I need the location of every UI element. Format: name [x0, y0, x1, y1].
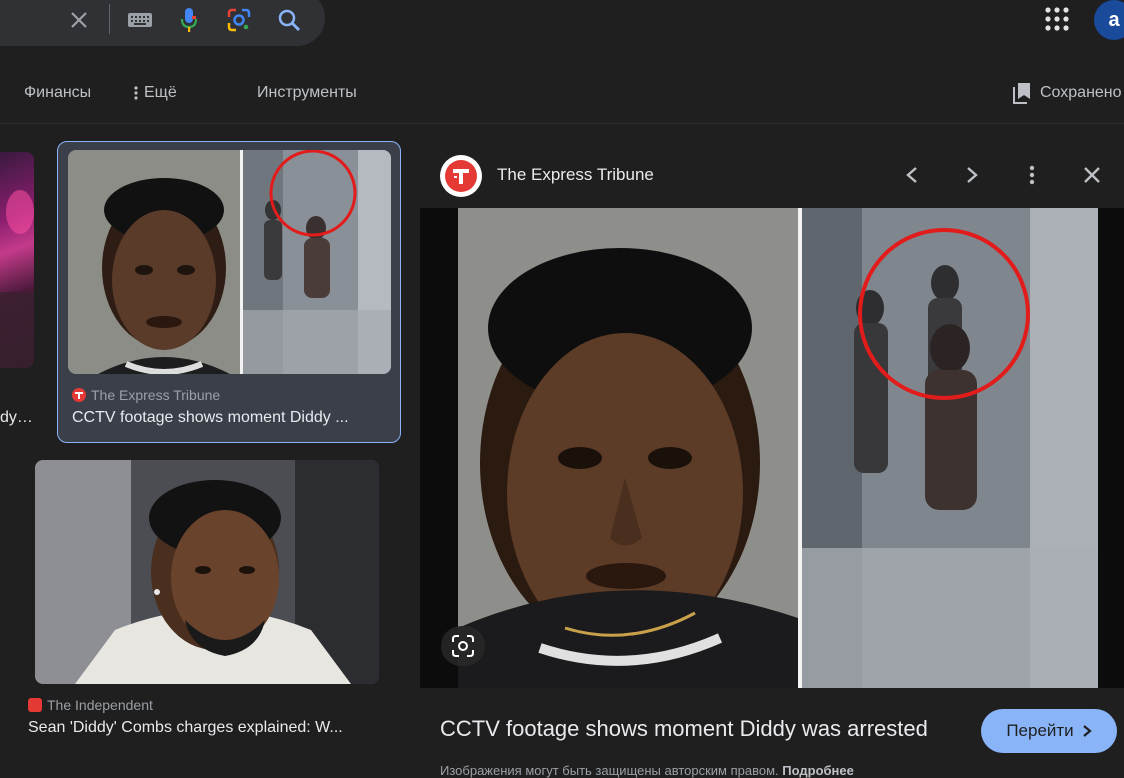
- more-vert-icon[interactable]: [1015, 158, 1049, 192]
- goto-button[interactable]: Перейти: [981, 709, 1117, 753]
- divider: [109, 4, 110, 34]
- search-tabs: Финансы Ещё Инструменты: [0, 84, 1124, 108]
- independent-icon: [28, 698, 42, 712]
- lens-icon: [452, 635, 474, 657]
- result-thumbnail[interactable]: [0, 152, 34, 368]
- tab-tools[interactable]: Инструменты: [257, 84, 357, 102]
- preview-title[interactable]: CCTV footage shows moment Diddy was arre…: [440, 716, 928, 742]
- saved-label: Сохранено: [1040, 84, 1122, 101]
- goto-label: Перейти: [1006, 721, 1074, 740]
- lens-search-button[interactable]: [441, 626, 485, 666]
- preview-source-name[interactable]: The Express Tribune: [497, 165, 654, 185]
- tab-more-label: Ещё: [144, 84, 177, 101]
- result-thumbnail[interactable]: [35, 460, 379, 684]
- search-icon[interactable]: [275, 0, 303, 40]
- saved-button[interactable]: Сохранено: [1012, 82, 1122, 104]
- result-thumbnail[interactable]: [68, 150, 391, 374]
- result-source: The Independent: [28, 697, 153, 713]
- close-icon[interactable]: [1075, 158, 1109, 192]
- more-vert-icon: [134, 86, 138, 100]
- chevron-right-icon: [1082, 725, 1092, 737]
- tab-more[interactable]: Ещё: [134, 84, 177, 102]
- apps-grid-icon[interactable]: [1044, 6, 1070, 32]
- express-tribune-icon: [445, 160, 477, 192]
- express-tribune-icon: [72, 388, 86, 402]
- mic-icon[interactable]: [177, 0, 201, 40]
- result-source-label: The Express Tribune: [91, 387, 221, 403]
- next-icon[interactable]: [955, 158, 989, 192]
- preview-image[interactable]: [420, 208, 1124, 688]
- result-source-label: The Independent: [47, 697, 153, 713]
- result-title[interactable]: dy…: [0, 409, 40, 427]
- collections-bookmark-icon: [1013, 83, 1030, 104]
- close-icon[interactable]: [64, 0, 94, 40]
- learn-more-link[interactable]: Подробнее: [782, 763, 854, 778]
- prev-icon[interactable]: [895, 158, 929, 192]
- copyright-text: Изображения могут быть защищены авторски…: [440, 763, 779, 778]
- account-avatar[interactable]: a: [1094, 0, 1124, 40]
- result-title[interactable]: Sean 'Diddy' Combs charges explained: W.…: [28, 719, 390, 737]
- keyboard-icon[interactable]: [125, 0, 155, 40]
- copyright-note: Изображения могут быть защищены авторски…: [440, 763, 854, 778]
- lens-icon[interactable]: [225, 0, 253, 40]
- preview-source-logo[interactable]: [440, 155, 482, 197]
- result-source: The Express Tribune: [72, 387, 220, 403]
- header-divider: [0, 123, 1124, 124]
- search-bar: [0, 0, 325, 46]
- result-title[interactable]: CCTV footage shows moment Diddy ...: [72, 409, 390, 427]
- tab-finance[interactable]: Финансы: [24, 84, 91, 102]
